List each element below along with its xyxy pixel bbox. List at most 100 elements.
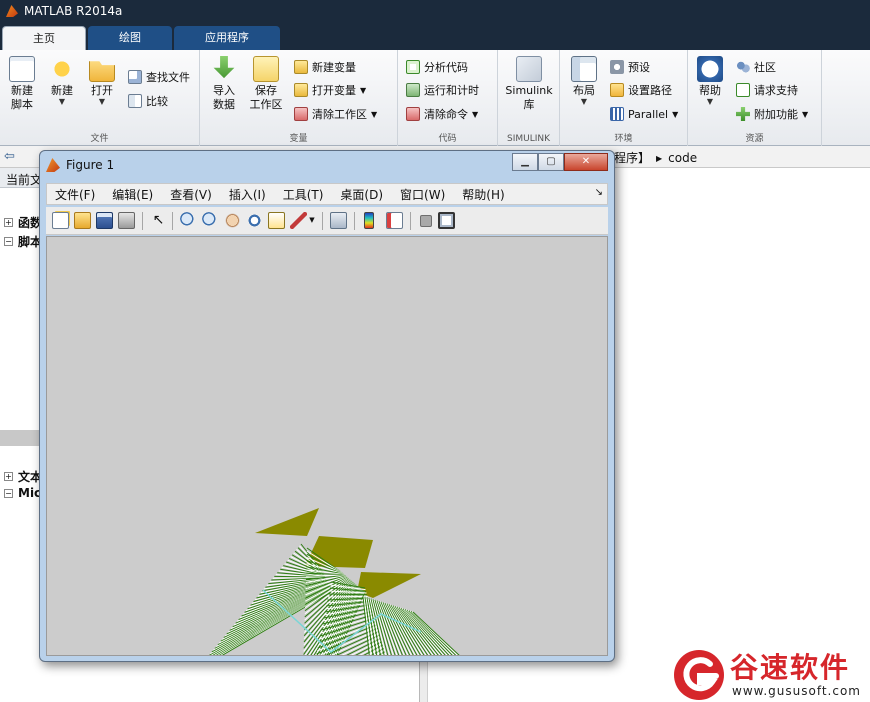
command-window[interactable] bbox=[616, 168, 870, 702]
colorbar-icon[interactable] bbox=[364, 212, 374, 229]
tab-apps[interactable]: 应用程序 bbox=[174, 26, 280, 50]
menu-help[interactable]: 帮助(H) bbox=[462, 186, 504, 203]
surface-ruling-line bbox=[327, 595, 368, 598]
parallel-icon bbox=[610, 107, 624, 121]
community-button[interactable]: 社区 bbox=[736, 58, 776, 76]
collapse-icon[interactable]: − bbox=[4, 237, 13, 246]
menu-insert[interactable]: 插入(I) bbox=[229, 186, 266, 203]
clear-commands-button[interactable]: 清除命令 ▼ bbox=[406, 105, 478, 123]
save-figure-icon[interactable] bbox=[96, 212, 113, 229]
simulink-library-button[interactable]: Simulink 库 bbox=[504, 56, 554, 112]
run-and-time-icon bbox=[406, 83, 420, 97]
zoom-in-icon[interactable] bbox=[180, 212, 197, 229]
surface-top-panel bbox=[357, 572, 421, 598]
edit-plot-arrow-icon[interactable]: ↖ bbox=[150, 212, 167, 229]
open-variable-button[interactable]: 打开变量 ▼ bbox=[294, 81, 366, 99]
tab-plots[interactable]: 绘图 bbox=[88, 26, 172, 50]
expand-icon[interactable]: + bbox=[4, 218, 13, 227]
analyze-code-button[interactable]: 分析代码 bbox=[406, 58, 468, 76]
chevron-down-icon: ▼ bbox=[98, 97, 106, 106]
new-variable-icon bbox=[294, 60, 308, 74]
ribbon-tabbar: 主页 绘图 应用程序 bbox=[0, 22, 870, 50]
menu-dock-icon[interactable]: ↘ bbox=[595, 187, 603, 198]
figure-canvas[interactable] bbox=[46, 236, 608, 656]
clear-workspace-button[interactable]: 清除工作区 ▼ bbox=[294, 105, 377, 123]
chevron-down-icon: ▼ bbox=[472, 109, 479, 119]
tree-row-scripts[interactable]: − 脚本 bbox=[4, 233, 42, 250]
ribbon-group-variable: 导入 数据 保存 工作区 新建变量 打开变量 ▼ 清除工作区 ▼ 变量 bbox=[200, 50, 398, 146]
surface-top-panel bbox=[255, 508, 319, 536]
menu-tools[interactable]: 工具(T) bbox=[283, 186, 324, 203]
toolbar-separator bbox=[142, 212, 143, 230]
app-title: MATLAB R2014a bbox=[24, 4, 123, 18]
request-support-button[interactable]: 请求支持 bbox=[736, 81, 798, 99]
gususoft-logo-icon bbox=[674, 650, 724, 700]
analyze-code-icon bbox=[406, 60, 420, 74]
save-workspace-button[interactable]: 保存 工作区 bbox=[244, 56, 288, 112]
address-path[interactable]: 程序】 ▶ code bbox=[614, 149, 697, 166]
chevron-down-icon: ▼ bbox=[802, 109, 809, 119]
zoom-out-icon[interactable] bbox=[202, 212, 219, 229]
open-variable-icon bbox=[294, 83, 308, 97]
ribbon-group-environment: 布局 ▼ 预设 设置路径 Parallel ▼ 环境 bbox=[560, 50, 688, 146]
toolbar-separator bbox=[410, 212, 411, 230]
help-button[interactable]: 帮助 ▼ bbox=[688, 56, 732, 106]
open-button[interactable]: 打开 ▼ bbox=[80, 56, 124, 106]
menu-window[interactable]: 窗口(W) bbox=[400, 186, 445, 203]
parallel-button[interactable]: Parallel ▼ bbox=[610, 105, 678, 123]
new-script-button[interactable]: 新建 脚本 bbox=[0, 56, 44, 112]
pan-hand-icon[interactable] bbox=[224, 212, 241, 229]
figure-title: Figure 1 bbox=[66, 158, 115, 172]
tree-row-functions[interactable]: + 函数 bbox=[4, 214, 42, 231]
brush-icon[interactable] bbox=[290, 212, 307, 229]
app-title-bar: MATLAB R2014a bbox=[0, 0, 870, 22]
maximize-button[interactable]: ▢ bbox=[538, 153, 564, 171]
ribbon-group-simulink: Simulink 库 SIMULINK bbox=[498, 50, 560, 146]
new-figure-icon[interactable] bbox=[52, 212, 69, 229]
menu-file[interactable]: 文件(F) bbox=[55, 186, 95, 203]
add-ons-button[interactable]: 附加功能 ▼ bbox=[736, 105, 808, 123]
link-plot-icon[interactable] bbox=[330, 212, 347, 229]
find-files-icon bbox=[128, 70, 142, 84]
watermark: 谷速软件 www.gususoft.com bbox=[672, 646, 870, 702]
print-figure-icon[interactable] bbox=[118, 212, 135, 229]
tab-home[interactable]: 主页 bbox=[2, 26, 86, 50]
minimize-button[interactable]: ▁ bbox=[512, 153, 538, 171]
plus-icon bbox=[736, 107, 750, 121]
watermark-brand-text: 谷速软件 bbox=[730, 651, 851, 684]
data-cursor-icon[interactable] bbox=[268, 212, 285, 229]
show-plot-tools-icon[interactable] bbox=[438, 212, 455, 229]
new-variable-button[interactable]: 新建变量 bbox=[294, 58, 356, 76]
run-and-time-button[interactable]: 运行和计时 bbox=[406, 81, 479, 99]
preferences-button[interactable]: 预设 bbox=[610, 58, 650, 76]
collapse-icon[interactable]: − bbox=[4, 488, 13, 498]
toolbar-separator bbox=[354, 212, 355, 230]
menu-view[interactable]: 查看(V) bbox=[170, 186, 212, 203]
close-button[interactable]: ✕ bbox=[564, 153, 608, 171]
legend-icon[interactable] bbox=[386, 212, 403, 229]
tree-row-text[interactable]: + 文本 bbox=[4, 468, 42, 485]
menu-desktop[interactable]: 桌面(D) bbox=[340, 186, 383, 203]
new-button[interactable]: 新建 ▼ bbox=[40, 56, 84, 106]
expand-icon[interactable]: + bbox=[4, 472, 13, 481]
ribbon-group-file: 新建 脚本 新建 ▼ 打开 ▼ 查找文件 比较 文件 bbox=[0, 50, 200, 146]
compare-button[interactable]: 比较 bbox=[128, 92, 168, 110]
open-file-icon[interactable] bbox=[74, 212, 91, 229]
menu-edit[interactable]: 编辑(E) bbox=[112, 186, 153, 203]
ribbon-group-code: 分析代码 运行和计时 清除命令 ▼ 代码 bbox=[398, 50, 498, 146]
window-controls: ▁ ▢ ✕ bbox=[512, 153, 608, 171]
tree-row-mic[interactable]: − Mic bbox=[4, 486, 41, 500]
rotate-3d-icon[interactable] bbox=[246, 212, 263, 229]
hide-plot-tools-icon[interactable] bbox=[420, 215, 432, 227]
import-data-button[interactable]: 导入 数据 bbox=[202, 56, 246, 112]
set-path-button[interactable]: 设置路径 bbox=[610, 81, 672, 99]
layout-button[interactable]: 布局 ▼ bbox=[562, 56, 606, 106]
group-label-simulink: SIMULINK bbox=[506, 134, 551, 144]
new-star-icon bbox=[49, 56, 75, 82]
back-arrow-icon[interactable]: ⇦ bbox=[4, 149, 15, 164]
chevron-down-icon[interactable]: ▼ bbox=[308, 212, 316, 229]
set-path-icon bbox=[610, 83, 624, 97]
community-icon bbox=[736, 60, 750, 74]
find-files-button[interactable]: 查找文件 bbox=[128, 68, 190, 86]
current-folder-name: code bbox=[668, 151, 698, 165]
